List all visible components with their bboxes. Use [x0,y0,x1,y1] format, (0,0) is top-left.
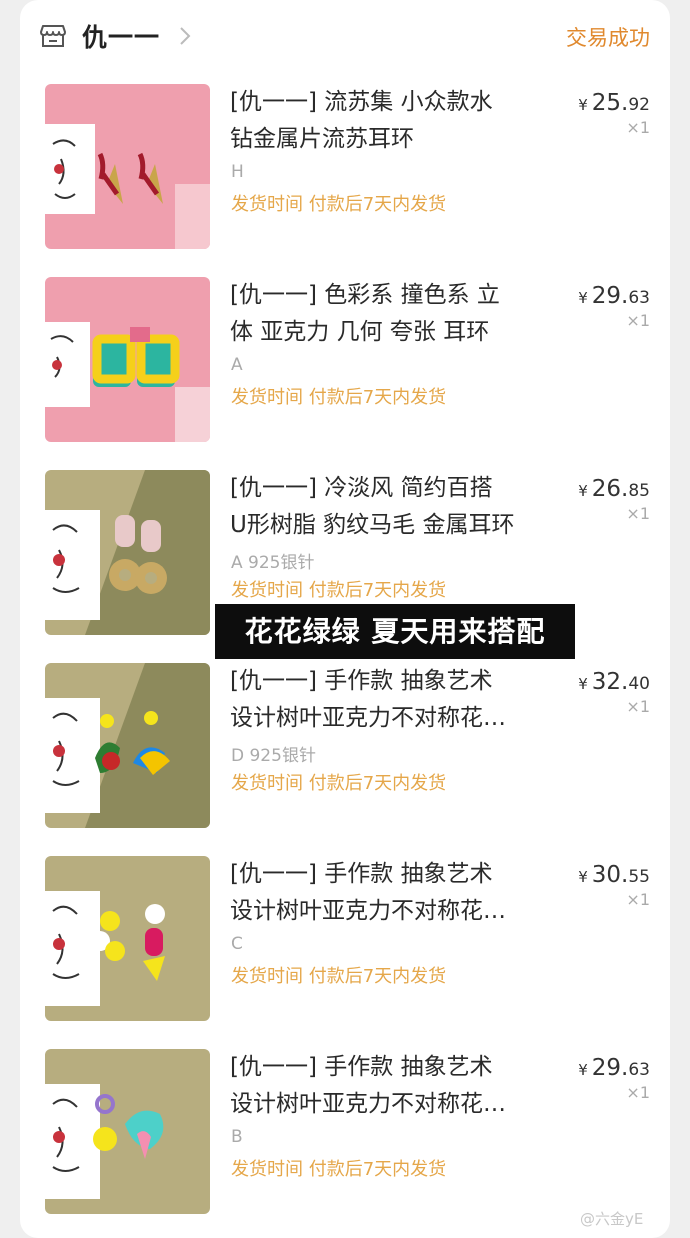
shipping-info: 发货时间 付款后7天内发货 [231,1159,447,1180]
product-thumbnail[interactable] [45,470,210,635]
item-price: ¥29.63 [578,1055,650,1081]
order-item[interactable]: [仇一一] 手作款 抽象艺术 设计树叶亚克力不对称花… B 发货时间 付款后7天… [20,1049,670,1229]
shipping-info: 发货时间 付款后7天内发货 [231,966,447,987]
order-header[interactable]: 仇一一 交易成功 [20,0,670,72]
item-price: ¥26.85 [578,476,650,502]
item-price: ¥29.63 [578,283,650,309]
item-quantity: ×1 [626,697,650,716]
product-thumbnail[interactable] [45,277,210,442]
item-quantity: ×1 [626,118,650,137]
order-item[interactable]: [仇一一] 色彩系 撞色系 立 体 亚克力 几何 夸张 耳环 A 发货时间 付款… [20,277,670,457]
order-item[interactable]: [仇一一] 手作款 抽象艺术 设计树叶亚克力不对称花… C 发货时间 付款后7天… [20,856,670,1036]
product-title[interactable]: [仇一一] 手作款 抽象艺术 设计树叶亚克力不对称花… [230,663,550,737]
shipping-info: 发货时间 付款后7天内发货 [231,773,447,794]
product-title[interactable]: [仇一一] 色彩系 撞色系 立 体 亚克力 几何 夸张 耳环 [230,277,550,351]
product-title[interactable]: [仇一一] 手作款 抽象艺术 设计树叶亚克力不对称花… [230,856,550,930]
item-quantity: ×1 [626,311,650,330]
item-price: ¥32.40 [578,669,650,695]
item-quantity: ×1 [626,890,650,909]
item-quantity: ×1 [626,504,650,523]
product-thumbnail[interactable] [45,1049,210,1214]
item-price: ¥30.55 [578,862,650,888]
product-title[interactable]: [仇一一] 流苏集 小众款水 钻金属片流苏耳环 [230,84,550,158]
shipping-info: 发货时间 付款后7天内发货 [231,387,447,408]
sku-label: H [231,162,244,182]
chevron-right-icon[interactable] [178,24,192,48]
item-price: ¥25.92 [578,90,650,116]
sku-label: C [231,934,243,954]
order-status: 交易成功 [566,26,650,50]
order-item[interactable]: [仇一一] 流苏集 小众款水 钻金属片流苏耳环 H 发货时间 付款后7天内发货 … [20,84,670,264]
sku-label: A [231,355,243,375]
item-quantity: ×1 [626,1083,650,1102]
shop-icon [40,25,66,47]
product-title[interactable]: [仇一一] 手作款 抽象艺术 设计树叶亚克力不对称花… [230,1049,550,1123]
product-thumbnail[interactable] [45,663,210,828]
order-item[interactable]: [仇一一] 手作款 抽象艺术 设计树叶亚克力不对称花… D 925银针 发货时间… [20,663,670,843]
product-thumbnail[interactable] [45,84,210,249]
shop-name[interactable]: 仇一一 [82,18,160,54]
shipping-info: 发货时间 付款后7天内发货 [231,580,447,601]
shipping-info: 发货时间 付款后7天内发货 [231,194,447,215]
product-title[interactable]: [仇一一] 冷淡风 简约百搭 U形树脂 豹纹马毛 金属耳环 [230,470,550,544]
sku-label: A 925银针 [231,553,315,573]
overlay-caption: 花花绿绿 夏天用来搭配 [215,604,575,659]
product-thumbnail[interactable] [45,856,210,1021]
sku-label: B [231,1127,243,1147]
watermark: @六金yE [580,1210,644,1228]
sku-label: D 925银针 [231,746,316,766]
